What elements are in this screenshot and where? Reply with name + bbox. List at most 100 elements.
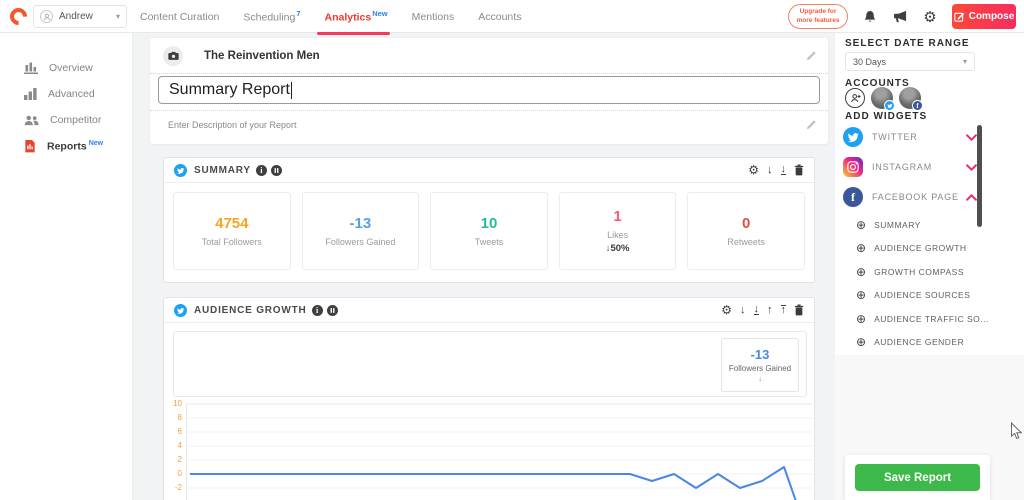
stat-card-likes: 1Likes↓50% — [559, 192, 677, 270]
edit-pencil-icon[interactable] — [806, 51, 816, 61]
arrow-down-icon[interactable]: ↓ — [767, 164, 773, 176]
facebook-account-avatar[interactable]: f — [899, 87, 921, 109]
widget-group-instagram[interactable]: INSTAGRAM — [843, 153, 977, 181]
caret-down-icon: ▾ — [963, 57, 967, 66]
stat-value: 10 — [481, 215, 498, 232]
save-report-button[interactable]: Save Report — [855, 464, 980, 491]
twitter-account-avatar[interactable] — [871, 87, 893, 109]
arrow-down-icon[interactable]: ↓ — [740, 304, 746, 316]
y-tick-label: -2 — [175, 483, 182, 492]
trash-icon[interactable] — [794, 164, 804, 176]
summary-widget: SUMMARY i ⚙↓↓ 4754Total Followers-13Foll… — [163, 157, 815, 283]
gear-icon[interactable]: ⚙ — [922, 9, 938, 25]
followers-gained-label: Followers Gained — [729, 364, 791, 373]
widget-group-facebook-page[interactable]: fFACEBOOK PAGE — [843, 183, 977, 211]
download-icon[interactable]: ↓ — [754, 305, 760, 315]
widget-group-twitter[interactable]: TWITTER — [843, 123, 977, 151]
upload-icon[interactable]: ↑ — [781, 305, 787, 315]
text-caret — [291, 82, 292, 99]
topbar-actions: Upgrade for more features ⚙ Compose — [788, 0, 1016, 33]
edit-pencil-icon[interactable] — [806, 120, 816, 130]
people-icon — [24, 115, 39, 126]
avatar-icon — [40, 10, 53, 23]
chevron-down-icon — [966, 134, 977, 141]
camera-icon[interactable] — [163, 46, 183, 66]
widgets-scrollbar-thumb[interactable] — [977, 125, 982, 227]
stat-card-followers-gained: -13 Followers Gained — [302, 192, 420, 270]
nav-badge: New — [372, 9, 387, 18]
twitter-icon — [174, 164, 187, 177]
sidebar-item-competitor[interactable]: Competitor — [0, 107, 132, 133]
report-title-input[interactable]: Summary Report — [158, 76, 820, 104]
topbar: Andrew ▾ Content Curation Scheduling7 Anal… — [0, 0, 1024, 33]
crowdfire-logo-icon[interactable] — [6, 4, 30, 28]
stat-label: Followers Gained — [325, 237, 395, 247]
growth-overview-box: -13 Followers Gained ↓ — [173, 331, 807, 397]
trash-icon[interactable] — [794, 304, 804, 316]
snapshot-icon[interactable] — [271, 165, 282, 176]
add-widget-summary[interactable]: ⊕SUMMARY — [856, 213, 976, 236]
compose-button[interactable]: Compose — [952, 4, 1016, 29]
divider — [150, 73, 828, 74]
info-icon[interactable]: i — [312, 305, 323, 316]
arrow-up-icon[interactable]: ↑ — [767, 304, 773, 316]
megaphone-icon[interactable] — [892, 9, 908, 25]
upgrade-button[interactable]: Upgrade for more features — [788, 4, 848, 29]
summary-widget-actions: ⚙ ↓ ↓ — [748, 163, 804, 177]
bell-icon[interactable] — [862, 9, 878, 25]
sidebar-item-advanced[interactable]: Advanced — [0, 81, 132, 107]
stat-card-retweets: 0Retweets — [687, 192, 805, 270]
nav-item-scheduling[interactable]: Scheduling7 — [243, 9, 300, 24]
instagram-icon — [843, 157, 863, 177]
stat-value: 0 — [742, 215, 750, 232]
stat-label: Likes — [607, 230, 628, 240]
gear-icon[interactable]: ⚙ — [748, 163, 759, 177]
add-account-button[interactable] — [845, 88, 865, 108]
growth-widget-actions: ⚙ ↓ ↓ ↑ ↑ — [721, 303, 804, 317]
stat-card-tweets: 10Tweets — [430, 192, 548, 270]
add-widget-audience-growth[interactable]: ⊕AUDIENCE GROWTH — [856, 237, 976, 260]
snapshot-icon[interactable] — [327, 305, 338, 316]
sidebar-item-reports[interactable]: ReportsNew — [0, 133, 132, 160]
date-range-dropdown[interactable]: 30 Days ▾ — [845, 52, 975, 71]
audience-growth-widget: AUDIENCE GROWTH i ⚙ ↓ ↓ ↑ ↑ -13 Followers Ga… — [163, 297, 815, 500]
stat-delta: ↓50% — [606, 243, 630, 254]
nav-item-mentions[interactable]: Mentions — [412, 11, 455, 23]
down-trend-icon: ↓ — [758, 374, 762, 383]
add-widget-audience-sources[interactable]: ⊕AUDIENCE SOURCES — [856, 284, 976, 307]
sidebar-item-overview[interactable]: Overview — [0, 55, 132, 81]
gear-icon[interactable]: ⚙ — [721, 303, 732, 317]
accounts-row: f — [845, 87, 921, 109]
add-widget-audience-traffic-so[interactable]: ⊕AUDIENCE TRAFFIC SO... — [856, 307, 976, 330]
analytics-sidebar: OverviewAdvancedCompetitorReportsNew — [0, 33, 133, 500]
report-account-name: The Reinvention Men — [204, 50, 806, 62]
twitter-badge-icon — [884, 100, 895, 111]
followers-gained-value: -13 — [751, 347, 770, 362]
nav-item-accounts[interactable]: Accounts — [478, 11, 521, 23]
twitter-icon — [174, 304, 187, 317]
main-content: The Reinvention Men Summary Report Enter… — [133, 33, 835, 500]
account-selector[interactable]: Andrew ▾ — [33, 5, 127, 28]
compose-icon — [954, 11, 965, 22]
save-report-card: Save Report — [845, 455, 990, 500]
add-widget-audience-gender[interactable]: ⊕AUDIENCE GENDER — [856, 331, 976, 354]
plus-circle-icon: ⊕ — [856, 336, 866, 348]
stat-value: 4754 — [215, 215, 248, 232]
plus-circle-icon: ⊕ — [856, 266, 866, 278]
report-description-field[interactable]: Enter Description of your Report — [150, 112, 828, 130]
facebook-icon: f — [843, 187, 863, 207]
nav-badge: 7 — [296, 9, 300, 18]
y-tick-label: 10 — [173, 399, 182, 408]
add-widget-growth-compass[interactable]: ⊕GROWTH COMPASS — [856, 260, 976, 283]
info-icon[interactable]: i — [256, 165, 267, 176]
followers-gained-line — [190, 467, 806, 500]
download-icon[interactable]: ↓ — [781, 165, 787, 175]
date-range-heading: SELECT DATE RANGE — [845, 38, 970, 49]
stat-value: -13 — [350, 215, 372, 232]
growth-widget-title: AUDIENCE GROWTH — [194, 305, 307, 316]
growth-widget-header: AUDIENCE GROWTH i ⚙ ↓ ↓ ↑ ↑ — [164, 298, 814, 323]
reports-icon — [24, 140, 36, 153]
chevron-down-icon — [966, 164, 977, 171]
nav-item-analytics[interactable]: AnalyticsNew — [325, 9, 388, 24]
nav-item-content-curation[interactable]: Content Curation — [140, 11, 219, 23]
